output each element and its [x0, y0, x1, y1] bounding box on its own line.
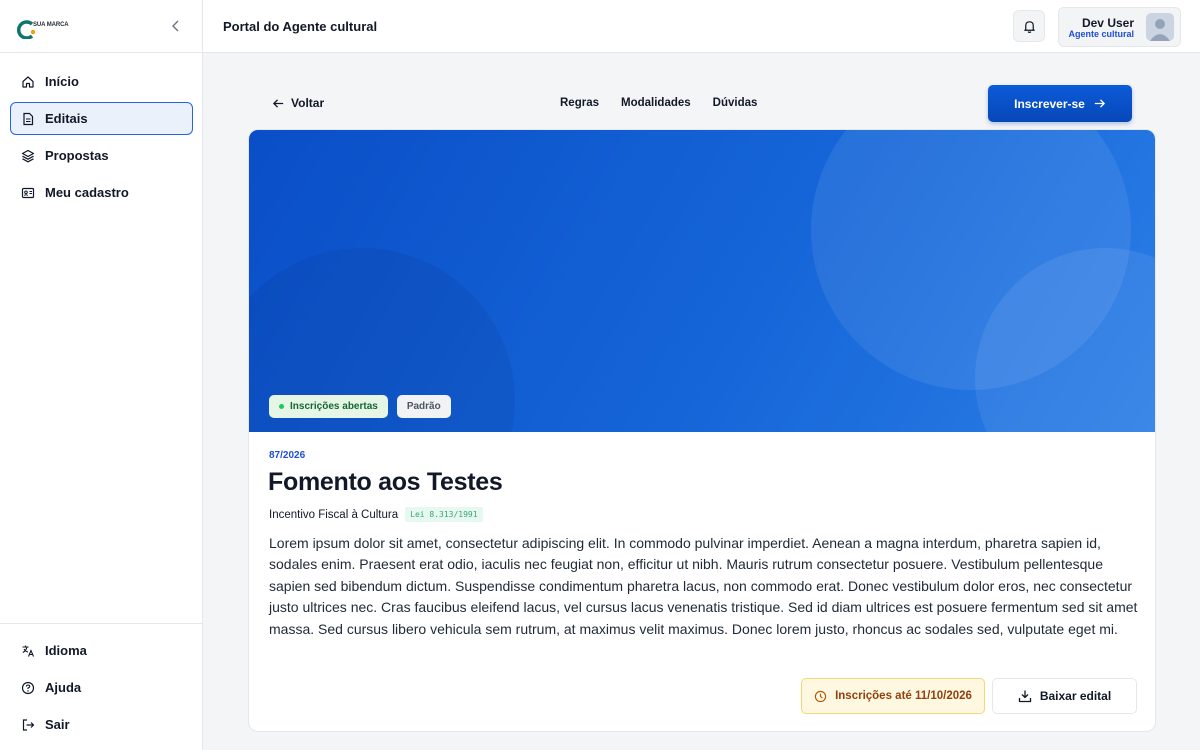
brand-logo[interactable]: SUA MARCA: [16, 19, 69, 39]
back-button[interactable]: Voltar: [272, 96, 324, 110]
sidebar-item-propostas[interactable]: Propostas: [10, 139, 193, 172]
translate-icon: [21, 644, 35, 658]
section-links: Regras Modalidades Dúvidas: [560, 97, 779, 109]
sidebar-item-label: Editais: [45, 111, 88, 126]
id-card-icon: [21, 186, 35, 200]
back-label: Voltar: [291, 96, 325, 110]
signup-button[interactable]: Inscrever-se: [988, 85, 1132, 122]
avatar: [1146, 13, 1174, 41]
edital-category: Incentivo Fiscal à Cultura: [269, 508, 399, 521]
user-role: Agente cultural: [1068, 29, 1134, 39]
type-badge: Padrão: [396, 395, 451, 418]
download-edital-button[interactable]: Baixar edital: [992, 678, 1137, 714]
sidebar-bottom: Idioma Ajuda Sair: [0, 623, 203, 745]
user-avatar-icon: [1150, 19, 1170, 41]
link-duvidas[interactable]: Dúvidas: [713, 97, 758, 109]
user-menu[interactable]: Dev User Agente cultural: [1058, 7, 1181, 47]
page-title: Portal do Agente cultural: [223, 19, 378, 34]
sidebar: SUA MARCA Início Editais Propostas Meu c…: [0, 0, 203, 750]
sidebar-item-label: Idioma: [45, 643, 87, 658]
clock-icon: [814, 690, 827, 702]
status-badge-label: Inscrições abertas: [290, 401, 378, 412]
edital-subline: Incentivo Fiscal à Cultura Lei 8.313/199…: [269, 507, 483, 522]
layers-icon: [21, 149, 35, 163]
logout-icon: [21, 718, 35, 732]
user-name: Dev User: [1081, 16, 1134, 30]
edital-banner: Inscrições abertas Padrão: [249, 130, 1155, 432]
help-circle-icon: [21, 681, 35, 695]
download-label: Baixar edital: [1039, 689, 1112, 703]
edital-title: Fomento aos Testes: [268, 468, 503, 496]
sidebar-item-editais[interactable]: Editais: [10, 102, 193, 135]
sidebar-item-label: Meu cadastro: [45, 185, 129, 200]
edital-badges: Inscrições abertas Padrão: [269, 395, 451, 418]
sidebar-item-ajuda[interactable]: Ajuda: [10, 671, 193, 704]
link-regras[interactable]: Regras: [560, 97, 599, 109]
file-text-icon: [21, 112, 35, 126]
sidebar-item-label: Sair: [45, 717, 70, 732]
bell-icon: [1023, 20, 1035, 33]
collapse-sidebar-button[interactable]: [168, 18, 184, 34]
law-tag: Lei 8.313/1991: [405, 507, 483, 522]
sidebar-item-sair[interactable]: Sair: [10, 708, 193, 741]
chevron-left-icon: [172, 20, 179, 32]
status-dot-icon: [279, 404, 284, 409]
status-badge: Inscrições abertas: [269, 395, 388, 418]
link-modalidades[interactable]: Modalidades: [621, 97, 691, 109]
sidebar-nav: Início Editais Propostas Meu cadastro: [10, 65, 193, 213]
edital-number: 87/2026: [269, 450, 306, 461]
sidebar-item-idioma[interactable]: Idioma: [10, 634, 193, 667]
edital-card: Inscrições abertas Padrão 87/2026 Foment…: [248, 129, 1156, 732]
sidebar-item-label: Início: [45, 74, 79, 89]
arrow-right-icon: [1094, 99, 1105, 108]
sidebar-item-inicio[interactable]: Início: [10, 65, 193, 98]
sidebar-item-label: Ajuda: [45, 680, 82, 695]
deadline-label: Inscrições até 11/10/2026: [835, 690, 972, 702]
deadline-badge: Inscrições até 11/10/2026: [801, 678, 985, 714]
download-icon: [1018, 690, 1031, 703]
edital-description: Lorem ipsum dolor sit amet, consectetur …: [269, 535, 1138, 637]
sidebar-item-label: Propostas: [45, 148, 109, 163]
notifications-button[interactable]: [1013, 10, 1045, 42]
topbar: Portal do Agente cultural Dev User Agent…: [203, 0, 1200, 53]
logo-text: SUA MARCA: [33, 22, 69, 28]
home-icon: [21, 75, 35, 89]
sidebar-header: SUA MARCA: [0, 0, 202, 53]
arrow-left-icon: [272, 98, 284, 108]
sidebar-item-meu-cadastro[interactable]: Meu cadastro: [10, 176, 193, 209]
signup-label: Inscrever-se: [1014, 96, 1085, 111]
